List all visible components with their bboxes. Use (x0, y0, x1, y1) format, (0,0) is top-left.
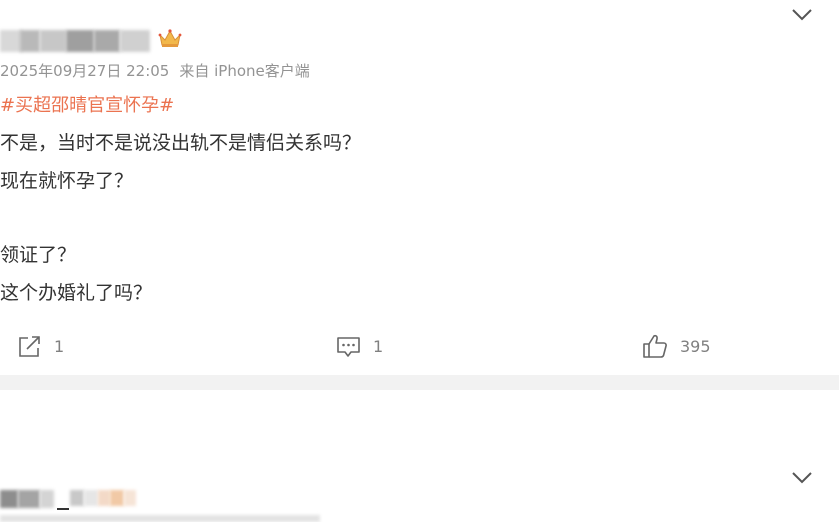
comment-button[interactable]: 1 (336, 332, 383, 360)
post-meta: 2025年09月27日 22:05 来自 iPhone客户端 (0, 60, 310, 81)
comment-count: 1 (373, 336, 384, 356)
share-count: 1 (54, 336, 65, 356)
topic-hashtag[interactable]: #买超邵晴官宣怀孕# (0, 91, 174, 117)
post-source[interactable]: 来自 iPhone客户端 (179, 62, 309, 80)
post-text-line-1: 不是，当时不是说没出轨不是情侣关系吗？ (0, 132, 362, 154)
like-count: 395 (680, 336, 711, 356)
thumbs-up-icon (643, 334, 667, 358)
post-timestamp: 2025年09月27日 22:05 (0, 62, 170, 80)
chevron-down-icon[interactable] (791, 471, 813, 485)
post-text-line-4: 这个办婚礼了吗？ (0, 282, 153, 304)
post-text-line-2: 现在就怀孕了？ (0, 170, 134, 192)
post-divider (0, 375, 839, 390)
like-button[interactable]: 395 (642, 332, 711, 360)
underscore-glyph (57, 508, 69, 510)
comment-icon (337, 336, 360, 357)
chevron-down-icon[interactable] (791, 8, 813, 22)
share-icon (19, 335, 40, 357)
post-text-line-3: 领证了？ (0, 244, 77, 266)
share-button[interactable]: 1 (17, 332, 64, 360)
crown-badge-icon (158, 29, 182, 47)
